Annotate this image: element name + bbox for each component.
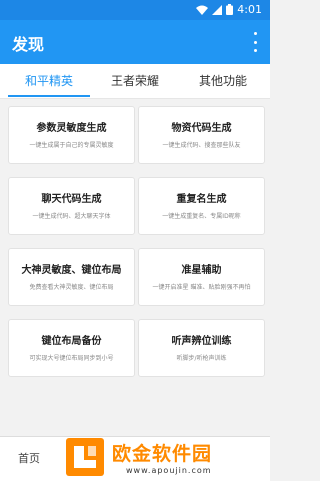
card-layout-backup[interactable]: 键位布局备份 可实现大号键位布局同步到小号: [8, 319, 135, 377]
watermark-url: www.apoujin.com: [126, 466, 212, 475]
status-bar: 4:01: [0, 0, 270, 20]
card-title: 键位布局备份: [41, 336, 102, 347]
card-subtitle: 一键生成属于自己的专属灵敏度: [29, 142, 114, 149]
card-subtitle: 免费查看大神灵敏度、键位布局: [29, 284, 114, 291]
app-bar: 发现: [0, 20, 270, 64]
card-duplicate-name-generator[interactable]: 重复名生成 一键生成重复名、专属ID昵称: [138, 177, 265, 235]
card-title: 聊天代码生成: [41, 194, 102, 205]
card-crosshair-assist[interactable]: 准星辅助 一键开启准星 瞄准、贴脸刚强不再怕: [138, 248, 265, 306]
wifi-icon: [196, 5, 209, 15]
tab-indicator: [8, 95, 90, 97]
card-subtitle: 可实现大号键位布局同步到小号: [29, 355, 114, 362]
more-options-icon[interactable]: [250, 32, 260, 52]
card-pro-sensitivity-layout[interactable]: 大神灵敏度、键位布局 免费查看大神灵敏度、键位布局: [8, 248, 135, 306]
tab-bar: 和平精英 王者荣耀 其他功能: [0, 64, 270, 99]
card-sound-training[interactable]: 听声辨位训练 听脚步/听枪声训练: [138, 319, 265, 377]
nav-home[interactable]: 首页: [18, 450, 40, 466]
watermark-logo-icon: [66, 438, 104, 476]
card-supply-code-generator[interactable]: 物资代码生成 一键生成代码、搜查那些队友: [138, 106, 265, 164]
card-subtitle: 听脚步/听枪声训练: [176, 355, 227, 362]
watermark-brand: 欧金软件园: [112, 443, 213, 465]
signal-icon: [212, 4, 223, 15]
card-chat-code-generator[interactable]: 聊天代码生成 一键生成代码、超大聊天字体: [8, 177, 135, 235]
watermark: 欧金软件园 www.apoujin.com: [66, 434, 270, 480]
card-title: 大神灵敏度、键位布局: [21, 265, 122, 276]
card-title: 物资代码生成: [171, 123, 232, 134]
tab-other-functions[interactable]: 其他功能: [178, 64, 268, 98]
status-time: 4:01: [237, 3, 262, 16]
card-subtitle: 一键生成重复名、专属ID昵称: [162, 213, 241, 220]
tab-honor-of-kings[interactable]: 王者荣耀: [90, 64, 180, 98]
card-subtitle: 一键生成代码、超大聊天字体: [32, 213, 111, 220]
card-title: 准星辅助: [181, 265, 222, 276]
card-title: 听声辨位训练: [171, 336, 232, 347]
tab-peace-elite[interactable]: 和平精英: [4, 64, 94, 98]
card-subtitle: 一键生成代码、搜查那些队友: [162, 142, 241, 149]
page-title: 发现: [12, 35, 45, 54]
card-title: 参数灵敏度生成: [36, 123, 107, 134]
card-title: 重复名生成: [176, 194, 227, 205]
card-subtitle: 一键开启准星 瞄准、贴脸刚强不再怕: [152, 284, 251, 291]
battery-icon: [226, 4, 234, 15]
card-sensitivity-generator[interactable]: 参数灵敏度生成 一键生成属于自己的专属灵敏度: [8, 106, 135, 164]
